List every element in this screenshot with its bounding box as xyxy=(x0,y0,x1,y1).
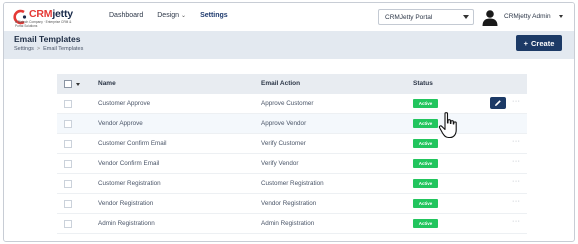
row-checkbox[interactable] xyxy=(64,160,72,168)
email-action: Verify Vendor xyxy=(261,160,299,167)
row-more-menu[interactable]: ··· xyxy=(512,138,521,145)
table-row[interactable]: Vendor Confirm Email Verify Vendor Activ… xyxy=(57,154,527,174)
portal-select[interactable]: CRMJetty Portal xyxy=(378,9,474,25)
table-row[interactable]: Customer Registration Customer Registrat… xyxy=(57,174,527,194)
app-window: CRMjetty A Biztech Company · Enterprise … xyxy=(3,2,575,242)
template-name: Admin Registrationn xyxy=(98,220,155,227)
table-header: Name Email Action Status xyxy=(57,74,527,94)
breadcrumb-separator: > xyxy=(36,46,41,52)
edit-button[interactable] xyxy=(490,97,506,109)
status-badge: Active xyxy=(413,199,438,208)
table-row[interactable]: Vendor Registration Vendor Registration … xyxy=(57,194,527,214)
template-name: Customer Registration xyxy=(98,180,161,187)
chevron-down-icon: ⌄ xyxy=(181,13,187,19)
nav-settings[interactable]: Settings xyxy=(200,12,228,19)
column-header-status[interactable]: Status xyxy=(413,80,433,87)
hand-pointer-icon xyxy=(438,112,457,139)
template-name: Customer Confirm Email xyxy=(98,140,167,147)
breadcrumb: Settings > Email Templates xyxy=(14,46,83,52)
template-name: Customer Approve xyxy=(98,100,151,107)
row-more-menu[interactable]: ··· xyxy=(512,178,521,185)
status-badge: Active xyxy=(413,179,438,188)
row-checkbox[interactable] xyxy=(64,140,72,148)
logo-tagline: A Biztech Company · Enterprise CRM & Por… xyxy=(15,20,72,28)
nav-design[interactable]: Design ⌄ xyxy=(157,12,186,19)
status-badge: Active xyxy=(413,139,438,148)
status-badge: Active xyxy=(413,99,438,108)
status-badge: Active xyxy=(413,119,438,128)
status-badge: Active xyxy=(413,219,438,228)
column-header-email-action[interactable]: Email Action xyxy=(261,80,300,87)
row-checkbox[interactable] xyxy=(64,120,72,128)
nav-dashboard[interactable]: Dashboard xyxy=(109,12,143,19)
caret-down-icon xyxy=(559,15,563,18)
portal-select-value: CRMJetty Portal xyxy=(385,14,433,21)
pencil-icon xyxy=(495,100,501,106)
logo-wordmark: CRMjetty xyxy=(29,8,73,20)
row-more-menu[interactable]: ··· xyxy=(512,158,521,165)
page-title: Email Templates xyxy=(14,34,81,44)
plus-icon: + xyxy=(523,38,529,48)
email-action: Approve Customer xyxy=(261,100,314,107)
email-action: Verify Customer xyxy=(261,140,306,147)
caret-down-icon xyxy=(463,15,469,19)
row-checkbox[interactable] xyxy=(64,100,72,108)
row-more-menu[interactable]: ··· xyxy=(512,198,521,205)
brand-logo[interactable]: CRMjetty A Biztech Company · Enterprise … xyxy=(12,6,80,28)
row-checkbox[interactable] xyxy=(64,200,72,208)
main-nav: Dashboard Design ⌄ Settings xyxy=(109,12,228,19)
page-header: Email Templates Settings > Email Templates… xyxy=(4,31,574,59)
email-action: Customer Registration xyxy=(261,180,324,187)
bulk-actions-caret-icon[interactable] xyxy=(76,83,80,86)
row-more-menu[interactable]: ··· xyxy=(512,218,521,225)
top-navbar: CRMjetty A Biztech Company · Enterprise … xyxy=(4,3,574,31)
email-action: Admin Registration xyxy=(261,220,315,227)
template-name: Vendor Confirm Email xyxy=(98,160,160,167)
status-badge: Active xyxy=(413,159,438,168)
column-header-name[interactable]: Name xyxy=(98,80,116,87)
row-more-menu[interactable]: ··· xyxy=(512,98,521,105)
template-name: Vendor Registration xyxy=(98,200,154,207)
user-name: CRMjetty Admin xyxy=(504,13,551,20)
create-button[interactable]: + Create xyxy=(516,35,562,51)
create-button-label: Create xyxy=(531,38,555,48)
user-avatar-icon xyxy=(482,10,498,26)
table-row[interactable]: Admin Registrationn Admin Registration A… xyxy=(57,214,527,234)
email-action: Vendor Registration xyxy=(261,200,317,207)
nav-design-label: Design xyxy=(157,12,180,19)
select-all-checkbox[interactable] xyxy=(64,80,72,88)
breadcrumb-email-templates: Email Templates xyxy=(43,46,84,52)
breadcrumb-settings[interactable]: Settings xyxy=(14,46,34,52)
user-menu[interactable]: CRMjetty Admin xyxy=(481,7,571,27)
row-checkbox[interactable] xyxy=(64,180,72,188)
email-action: Approve Vendor xyxy=(261,120,307,127)
row-checkbox[interactable] xyxy=(64,220,72,228)
template-name: Vendor Approve xyxy=(98,120,143,127)
